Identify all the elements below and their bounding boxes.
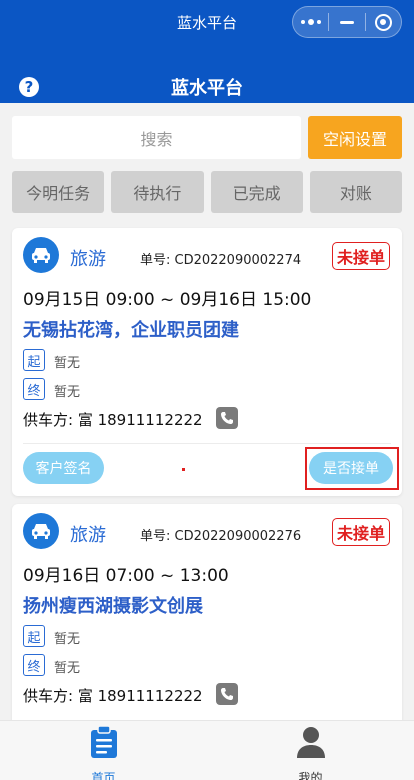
status-badge: 未接单 xyxy=(332,242,391,270)
app-navbar: ? 蓝水平台 xyxy=(0,44,414,103)
order-number: 单号: CD2022090002274 xyxy=(140,253,302,268)
car-icon xyxy=(23,237,59,273)
tab-reconcile[interactable]: 对账 xyxy=(309,171,402,213)
end-location: 暂无 xyxy=(54,385,81,400)
filter-tabs: 今明任务 待执行 已完成 对账 xyxy=(12,171,402,213)
nav-home[interactable]: 首页 xyxy=(0,721,207,780)
tab-completed[interactable]: 已完成 xyxy=(210,171,303,213)
search-input[interactable]: 搜索 xyxy=(12,116,301,159)
tab-pending[interactable]: 待执行 xyxy=(111,171,204,213)
nav-mine-label: 我的 xyxy=(298,771,323,780)
wechat-capsule xyxy=(292,6,402,38)
end-tag: 终 xyxy=(23,654,45,676)
car-icon xyxy=(23,513,59,549)
nav-mine[interactable]: 我的 xyxy=(207,721,414,780)
end-tag: 终 xyxy=(23,378,45,400)
status-badge: 未接单 xyxy=(332,518,391,546)
idle-settings-button[interactable]: 空闲设置 xyxy=(308,116,402,159)
order-title: 扬州瘦西湖摄影文创展 xyxy=(23,596,203,617)
supplier-info: 供车方: 富 18911112222 xyxy=(23,687,203,705)
supplier-info: 供车方: 富 18911112222 xyxy=(23,411,203,429)
start-location: 暂无 xyxy=(54,632,81,647)
marker-dot xyxy=(182,468,185,471)
trip-type: 旅游 xyxy=(70,249,106,270)
phone-icon[interactable] xyxy=(216,407,238,429)
phone-icon[interactable] xyxy=(216,683,238,705)
minimize-icon[interactable] xyxy=(329,7,364,37)
customer-sign-button[interactable]: 客户签名 xyxy=(23,452,104,484)
nav-home-label: 首页 xyxy=(91,771,116,780)
search-placeholder: 搜索 xyxy=(140,129,173,149)
time-range: 09月16日 07:00 ~ 13:00 xyxy=(23,566,229,586)
start-location: 暂无 xyxy=(54,356,81,371)
order-card[interactable]: 旅游 单号: CD2022090002276 未接单 09月16日 07:00 … xyxy=(12,504,402,720)
user-icon xyxy=(295,725,327,763)
clipboard-icon xyxy=(88,725,120,763)
bottom-nav: 首页 我的 xyxy=(0,720,414,780)
end-location: 暂无 xyxy=(54,661,81,676)
order-card[interactable]: 旅游 单号: CD2022090002274 未接单 09月15日 09:00 … xyxy=(12,228,402,496)
page-title: 蓝水平台 xyxy=(171,78,243,99)
order-number: 单号: CD2022090002276 xyxy=(140,529,302,544)
order-title: 无锡拈花湾，企业职员团建 xyxy=(23,320,239,341)
close-target-icon[interactable] xyxy=(366,7,401,37)
order-list[interactable]: 旅游 单号: CD2022090002274 未接单 09月15日 09:00 … xyxy=(0,220,414,720)
tab-today-tomorrow[interactable]: 今明任务 xyxy=(12,171,105,213)
wechat-titlebar: 蓝水平台 xyxy=(0,0,414,44)
divider xyxy=(23,443,391,444)
accept-order-button[interactable]: 是否接单 xyxy=(309,452,393,484)
more-icon[interactable] xyxy=(293,7,328,37)
start-tag: 起 xyxy=(23,625,45,647)
time-range: 09月15日 09:00 ~ 09月16日 15:00 xyxy=(23,290,312,310)
accept-highlight-box: 是否接单 xyxy=(305,447,399,490)
trip-type: 旅游 xyxy=(70,525,106,546)
start-tag: 起 xyxy=(23,349,45,371)
